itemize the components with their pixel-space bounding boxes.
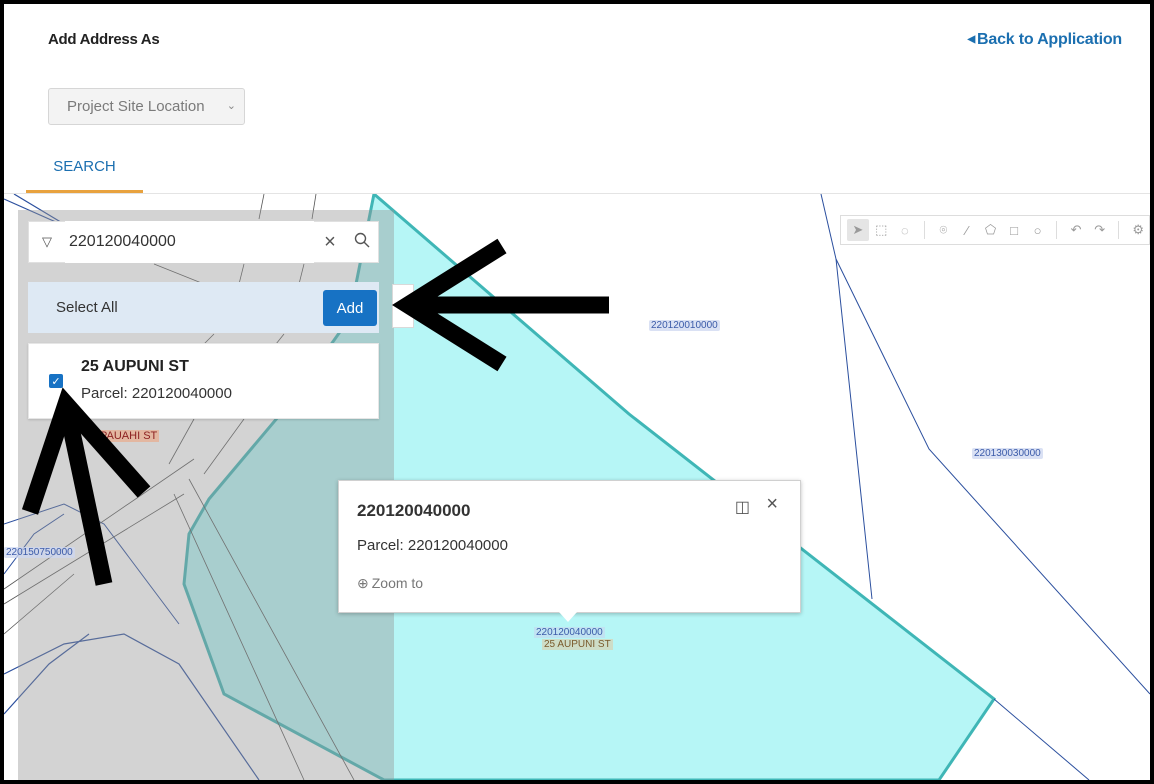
map-view[interactable]: 220120010000 220130030000 220150750000 2… <box>4 194 1150 780</box>
zoom-to-label: Zoom to <box>371 575 424 591</box>
page-title: Add Address As <box>48 31 160 48</box>
search-input[interactable] <box>65 221 314 263</box>
toolbar-divider <box>1118 221 1120 239</box>
result-parcel: Parcel: 220120040000 <box>81 385 232 402</box>
parcel-label-center: 220120040000 <box>534 627 605 638</box>
road-label: PAUAHI ST <box>98 430 160 442</box>
address-type-value: Project Site Location <box>67 98 205 115</box>
zoom-to-button[interactable]: ⊕ Zoom to <box>357 575 423 592</box>
sketch-toolbar: ➤ ⬚ ◌ ⌾ ⁄ ⬠ □ ○ ↶ ↷ ⚙ <box>840 215 1150 245</box>
app-frame: Add Address As ◀ Back to Application Proj… <box>4 4 1150 780</box>
clear-icon[interactable]: × <box>314 231 346 254</box>
dock-icon[interactable]: ◫ <box>735 497 750 517</box>
parcel-label-east: 220130030000 <box>972 448 1043 459</box>
filter-dropdown-icon[interactable]: ▽ <box>29 234 65 250</box>
popup-parcel: Parcel: 220120040000 <box>357 537 508 554</box>
rectangle-icon[interactable]: □ <box>1003 219 1025 241</box>
undo-icon[interactable]: ↶ <box>1065 219 1087 241</box>
toolbar-divider <box>1056 221 1058 239</box>
search-box: ▽ × <box>28 221 379 263</box>
point-icon[interactable]: ⌾ <box>933 219 955 241</box>
select-rectangle-icon[interactable]: ⬚ <box>871 219 893 241</box>
parcel-popup: 220120040000 ◫ × Parcel: 220120040000 ⊕ Z… <box>338 480 801 622</box>
select-all-bar: Select All Add <box>28 282 379 333</box>
toolbar-divider <box>923 221 925 239</box>
redo-icon[interactable]: ↷ <box>1089 219 1111 241</box>
select-all-link[interactable]: Select All <box>56 299 118 316</box>
circle-icon[interactable]: ○ <box>1027 219 1049 241</box>
caret-left-icon: ◀ <box>967 34 976 45</box>
address-type-select[interactable]: Project Site Location ⌄ <box>48 88 245 125</box>
result-checkbox[interactable]: ✓ <box>49 374 63 388</box>
parcel-label-west: 220150750000 <box>4 547 75 558</box>
polygon-icon[interactable]: ⬠ <box>980 219 1002 241</box>
select-all-label: Select All <box>56 299 118 316</box>
map-widget-edge <box>392 284 414 328</box>
parcel-label-north: 220120010000 <box>649 320 720 331</box>
lasso-icon[interactable]: ◌ <box>894 219 916 241</box>
result-item[interactable]: ✓ 25 AUPUNI ST Parcel: 220120040000 <box>28 343 379 419</box>
close-icon[interactable]: × <box>766 493 778 516</box>
popup-title: 220120040000 <box>357 501 471 520</box>
chevron-down-icon: ⌄ <box>226 100 236 112</box>
zoom-in-icon: ⊕ <box>357 575 369 591</box>
settings-icon[interactable]: ⚙ <box>1127 219 1149 241</box>
tab-search[interactable]: SEARCH <box>26 150 143 193</box>
select-icon[interactable]: ➤ <box>847 219 869 241</box>
add-button[interactable]: Add <box>323 290 377 326</box>
polyline-icon[interactable]: ⁄ <box>956 219 978 241</box>
address-label-center: 25 AUPUNI ST <box>542 639 613 650</box>
back-link-label: Back to Application <box>977 31 1122 48</box>
back-to-application-link[interactable]: ◀ Back to Application <box>967 31 1123 49</box>
result-address: 25 AUPUNI ST <box>81 358 189 375</box>
search-icon[interactable] <box>346 232 378 253</box>
popup-pointer <box>559 612 577 622</box>
